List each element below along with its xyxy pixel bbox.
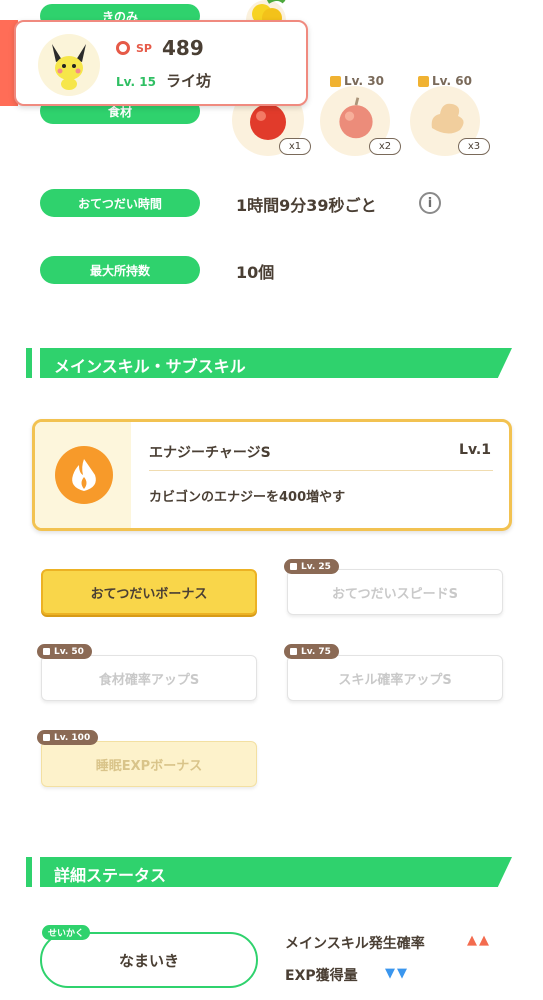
main-skill-description: カビゴンのエナジーを400増やす <box>149 490 346 505</box>
lock-icon <box>290 563 297 570</box>
sub-skill-3[interactable]: 食材確率アップS <box>41 655 257 701</box>
pokeball-icon <box>116 41 130 55</box>
apple-icon <box>333 94 379 146</box>
lock-level-tag: Lv. 25 <box>284 559 339 574</box>
lock-icon <box>43 734 50 741</box>
lock-level-tag: Lv. 75 <box>284 644 339 659</box>
sub-skill-1[interactable]: おてつだいボーナス <box>41 569 257 615</box>
section-bar <box>26 857 32 887</box>
section-title: 詳細ステータス <box>54 866 167 885</box>
sp-row: SP 489 <box>116 36 204 60</box>
quantity-badge: x3 <box>458 138 490 155</box>
lock-level-tag: Lv. 100 <box>37 730 99 745</box>
nature-tag: せいかく <box>42 925 91 940</box>
quantity-badge: x1 <box>279 138 311 155</box>
pokemon-header-card: SP 489 Lv. 15 ライ坊 <box>14 20 308 106</box>
level-row: Lv. 15 ライ坊 <box>116 70 211 91</box>
level-label: Lv. 15 <box>116 75 156 89</box>
lock-icon <box>418 75 429 87</box>
max-carry-label: 最大所持数 <box>40 256 200 284</box>
down-arrows-icon: ▼▼ <box>385 966 409 981</box>
main-skill-name: エナジーチャージS <box>149 445 271 461</box>
lock-icon <box>43 648 50 655</box>
lock-level-tag: Lv. 50 <box>37 644 92 659</box>
main-skill-level: Lv.1 <box>459 442 491 458</box>
main-skill-card[interactable]: エナジーチャージS Lv.1 カビゴンのエナジーを400増やす <box>32 419 512 531</box>
divider <box>149 470 493 471</box>
section-header-skills: メインスキル・サブスキル <box>26 348 512 378</box>
sub-skill-5[interactable]: 睡眠EXPボーナス <box>41 741 257 787</box>
lock-icon <box>290 648 297 655</box>
stat-up-label: メインスキル発生確率 <box>285 936 425 952</box>
section-bar <box>26 348 32 378</box>
sub-skill-2[interactable]: おてつだいスピードS <box>287 569 503 615</box>
max-carry-value: 10個 <box>236 263 275 282</box>
section-header-details: 詳細ステータス <box>26 857 512 887</box>
sp-label: SP <box>136 41 152 55</box>
info-icon[interactable]: i <box>419 192 441 214</box>
nature-box[interactable]: なまいき <box>40 932 258 988</box>
stat-down-label: EXP獲得量 <box>285 968 358 984</box>
lock-icon <box>330 75 341 87</box>
helper-time-value: 1時間9分39秒ごと <box>236 196 377 215</box>
flame-icon <box>55 446 113 504</box>
pokemon-name: ライ坊 <box>165 72 211 90</box>
pokemon-avatar <box>38 34 100 96</box>
sp-value: 489 <box>161 36 204 60</box>
pichu-icon <box>52 44 86 90</box>
helper-time-label: おてつだい時間 <box>40 189 200 217</box>
quantity-badge: x2 <box>369 138 401 155</box>
section-title: メインスキル・サブスキル <box>54 357 246 376</box>
sub-skill-4[interactable]: スキル確率アップS <box>287 655 503 701</box>
up-arrows-icon: ▲▲ <box>467 933 491 948</box>
